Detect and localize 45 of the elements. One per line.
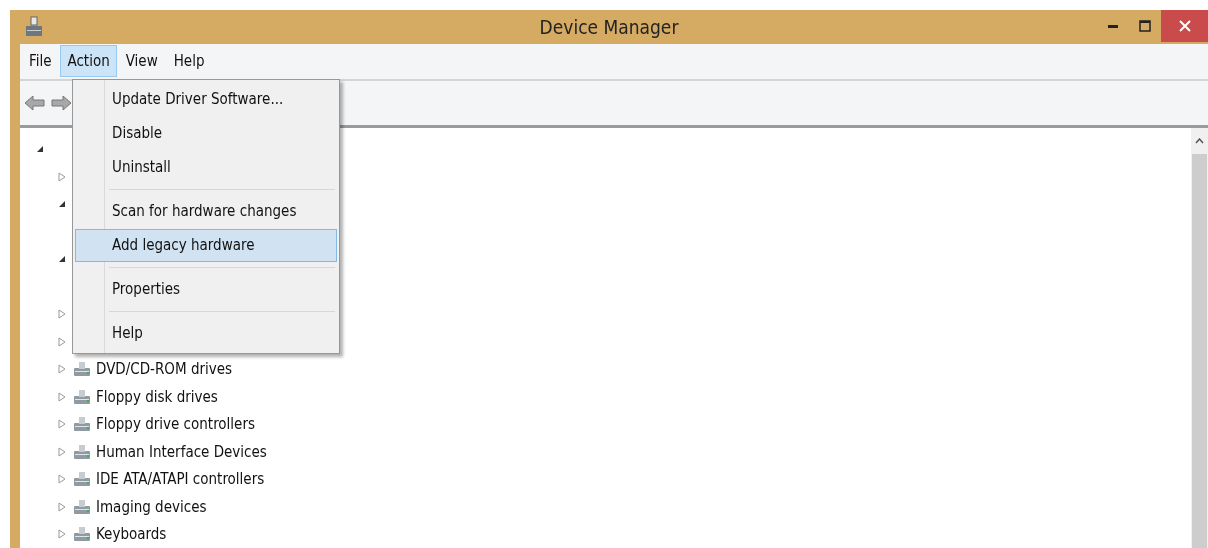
device-icon [72, 525, 92, 544]
menu-item[interactable]: Help [166, 45, 212, 77]
tree-item[interactable]: Keyboards [96, 525, 167, 544]
back-arrow-icon[interactable] [24, 93, 46, 112]
dropdown-item[interactable]: Scan for hardware changes [75, 194, 337, 228]
device-icon [72, 415, 92, 434]
collapsed-arrow-icon[interactable] [56, 500, 68, 513]
collapsed-arrow-icon[interactable] [56, 418, 68, 431]
tree-item[interactable]: Floppy drive controllers [96, 415, 255, 434]
collapsed-arrow-icon[interactable] [56, 390, 68, 403]
collapsed-arrow-icon[interactable] [56, 528, 68, 541]
dropdown-item[interactable]: Add legacy hardware [75, 228, 337, 262]
minimize-icon [1108, 24, 1118, 28]
scroll-up-icon[interactable] [1195, 137, 1204, 144]
menu-item[interactable]: View [118, 45, 165, 77]
collapsed-arrow-icon[interactable] [56, 473, 68, 486]
tree-item[interactable]: DVD/CD-ROM drives [96, 360, 233, 379]
forward-arrow-icon[interactable] [50, 93, 72, 112]
dropdown-item[interactable]: Help [75, 316, 337, 350]
collapsed-arrow-icon[interactable] [56, 363, 68, 376]
device-icon [72, 442, 92, 461]
menu-item[interactable]: File [22, 45, 59, 77]
app-icon [24, 15, 44, 38]
maximize-icon [1139, 20, 1151, 32]
tree-item[interactable]: Floppy disk drives [96, 387, 218, 406]
device-icon [72, 387, 92, 406]
device-icon [72, 497, 92, 516]
menu-item[interactable]: Action [60, 45, 117, 77]
close-button[interactable] [1161, 10, 1208, 42]
dropdown-item[interactable]: Properties [75, 272, 337, 306]
collapsed-arrow-icon[interactable] [56, 445, 68, 458]
dropdown-item[interactable]: Uninstall [75, 150, 337, 184]
dropdown-item[interactable]: Disable [75, 116, 337, 150]
scrollbar[interactable] [1191, 127, 1208, 548]
device-icon [72, 470, 92, 489]
device-icon [72, 360, 92, 379]
collapsed-arrow-icon[interactable] [56, 308, 68, 321]
tree-item[interactable]: IDE ATA/ATAPI controllers [96, 470, 265, 489]
collapsed-arrow-icon[interactable] [56, 170, 68, 183]
window-title: Device Manager [539, 15, 679, 38]
collapsed-arrow-icon[interactable] [56, 335, 68, 348]
close-icon [1178, 20, 1191, 32]
dropdown-item[interactable]: Update Driver Software... [75, 82, 337, 116]
tree-item[interactable]: Imaging devices [96, 497, 207, 516]
tree-item[interactable]: Human Interface Devices [96, 442, 267, 461]
